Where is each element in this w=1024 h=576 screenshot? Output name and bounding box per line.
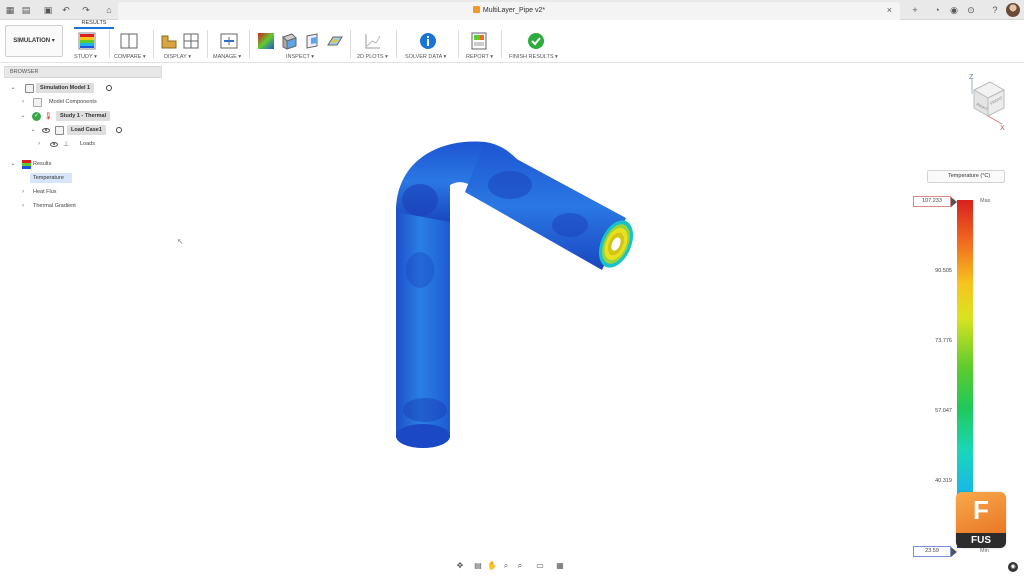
tree-item-loads[interactable]: Loads — [80, 139, 95, 150]
fusion-logo: F FUS — [956, 492, 1006, 548]
online-icon[interactable]: ◉ — [947, 3, 961, 17]
chevron-right-icon[interactable]: › — [19, 187, 27, 198]
legend-title[interactable]: Temperature (°C) — [927, 170, 1005, 183]
chevron-down-icon[interactable]: ⌄ — [19, 111, 27, 122]
viewcube[interactable]: Z RIGHT FRONT X — [960, 72, 1008, 132]
tab-results[interactable]: RESULTS — [74, 20, 114, 29]
inspect-points-icon[interactable] — [280, 32, 298, 50]
compare-group-label[interactable]: COMPARE ▾ — [114, 54, 146, 60]
legend-tick: 40.319 — [935, 478, 952, 484]
notifications-icon[interactable] — [972, 3, 986, 17]
manage-group-label[interactable]: MANAGE ▾ — [213, 54, 241, 60]
load-case-icon — [55, 126, 64, 135]
fit-icon[interactable]: ⌕ — [514, 560, 526, 572]
mouse-cursor-icon: ↖ — [177, 237, 184, 246]
tree-item-load-case[interactable]: Load Case1 — [67, 125, 106, 135]
solver-data-info-icon[interactable] — [419, 32, 437, 50]
legend-tick: 73.776 — [935, 338, 952, 344]
save-icon[interactable]: ▣ — [42, 4, 54, 16]
plots-2d-icon[interactable] — [364, 32, 382, 50]
eye-icon[interactable] — [42, 128, 50, 133]
tree-item-results[interactable]: Results — [33, 159, 51, 170]
chevron-right-icon[interactable]: › — [35, 139, 43, 150]
report-group-label[interactable]: REPORT ▾ — [466, 54, 493, 60]
solver-data-group-label[interactable]: SOLVER DATA ▾ — [405, 54, 446, 60]
extensions-icon[interactable]: ◔ — [930, 3, 944, 17]
manage-icon[interactable] — [220, 32, 238, 50]
legend-tick: 90.505 — [935, 268, 952, 274]
loads-icon: ⊥ — [63, 141, 70, 148]
tree-item-study[interactable]: Study 1 - Thermal — [56, 111, 111, 121]
min-marker-icon[interactable] — [951, 547, 957, 557]
study-icon[interactable] — [78, 32, 96, 50]
browser-header[interactable]: BROWSER — [4, 66, 162, 78]
display-settings-icon[interactable]: ▭ — [534, 560, 546, 572]
legend-min-value[interactable]: 23.59 — [913, 546, 951, 557]
redo-icon[interactable]: ↷ — [80, 4, 92, 16]
inspect-group-label[interactable]: INSPECT ▾ — [286, 54, 314, 60]
undo-icon[interactable]: ↶ — [60, 4, 72, 16]
look-at-icon[interactable]: ▤ — [472, 560, 484, 572]
finish-results-check-icon[interactable] — [527, 32, 545, 50]
activate-radio[interactable] — [116, 127, 122, 133]
document-tab[interactable]: MultiLayer_Pipe v2* × — [118, 2, 900, 20]
chevron-down-icon[interactable]: ⌄ — [9, 83, 17, 94]
simulation-model-icon — [25, 84, 34, 93]
legend-min-label: Min — [980, 548, 989, 554]
viewcube-axis-z: Z — [969, 74, 974, 81]
document-title: MultiLayer_Pipe v2* — [118, 6, 900, 14]
finish-results-group-label[interactable]: FINISH RESULTS ▾ — [509, 54, 558, 60]
legend-max-value[interactable]: 107.233 — [913, 196, 951, 207]
result-item-heat-flux[interactable]: Heat Flux — [33, 187, 57, 198]
compare-icon[interactable] — [120, 32, 138, 50]
zoom-icon[interactable]: ⌕ — [500, 560, 512, 572]
chevron-right-icon[interactable]: › — [19, 97, 27, 108]
inspect-animate-icon[interactable] — [326, 32, 344, 50]
result-item-thermal-gradient[interactable]: Thermal Gradient — [33, 201, 76, 212]
logo-letter: F — [973, 495, 989, 525]
report-icon[interactable] — [470, 32, 488, 50]
home-icon[interactable]: ⌂ — [103, 4, 115, 16]
pan-icon[interactable]: ✋ — [486, 560, 498, 572]
results-icon — [22, 160, 31, 169]
display-deformation-icon[interactable] — [160, 32, 178, 50]
toolbar-ribbon: SIMULATION ▾ RESULTS STUDY ▾ COMPARE ▾ D… — [0, 20, 1024, 63]
display-group-label[interactable]: DISPLAY ▾ — [164, 54, 191, 60]
pipe-model-viewport[interactable] — [380, 130, 650, 460]
legend-max-label: Max — [980, 198, 991, 204]
avatar[interactable] — [1006, 3, 1020, 17]
result-item-temperature[interactable]: Temperature — [30, 173, 72, 183]
file-icon[interactable]: ▤ — [20, 4, 32, 16]
study-complete-check-icon: ✓ — [32, 112, 41, 121]
viewcube-axis-x: X — [1000, 125, 1005, 132]
eye-icon[interactable] — [50, 142, 58, 147]
close-tab-icon[interactable]: × — [887, 5, 892, 15]
activate-radio[interactable] — [106, 85, 112, 91]
study-group-label[interactable]: STUDY ▾ — [74, 54, 97, 60]
chevron-down-icon[interactable]: ⌄ — [9, 159, 17, 170]
help-icon[interactable]: ? — [988, 3, 1002, 17]
document-cube-icon — [472, 6, 480, 13]
thermometer-icon: 🌡 — [44, 113, 53, 120]
legend-tick: 57.047 — [935, 408, 952, 414]
workspace-switcher[interactable]: SIMULATION ▾ — [5, 25, 63, 57]
record-icon[interactable]: ◉ — [1008, 562, 1018, 572]
new-tab-icon[interactable]: + — [908, 3, 922, 17]
inspect-surface-probes-icon[interactable] — [257, 32, 275, 50]
display-mesh-icon[interactable] — [182, 32, 200, 50]
chevron-right-icon[interactable]: › — [19, 201, 27, 212]
orbit-icon[interactable]: ✥ — [454, 560, 466, 572]
plots-2d-group-label[interactable]: 2D PLOTS ▾ — [357, 54, 388, 60]
folder-icon — [33, 98, 42, 107]
tree-item-simulation-model[interactable]: Simulation Model 1 — [36, 83, 95, 93]
grid-settings-icon[interactable]: ▦ — [554, 560, 566, 572]
logo-text: FUS — [956, 533, 1006, 548]
navigation-bar: ✥ ▤ ✋ ⌕ ⌕ ▭ ▦ — [450, 560, 574, 572]
grid-icon[interactable]: ▦ — [4, 4, 16, 16]
inspect-slice-icon[interactable] — [303, 32, 321, 50]
tree-item-model-components[interactable]: Model Components — [49, 97, 97, 108]
chevron-down-icon[interactable]: ⌄ — [29, 125, 37, 136]
title-bar: ▦ ▤ ▣ ↶ ↷ ⌂ MultiLayer_Pipe v2* × + ◔ ◉ … — [0, 0, 1024, 20]
